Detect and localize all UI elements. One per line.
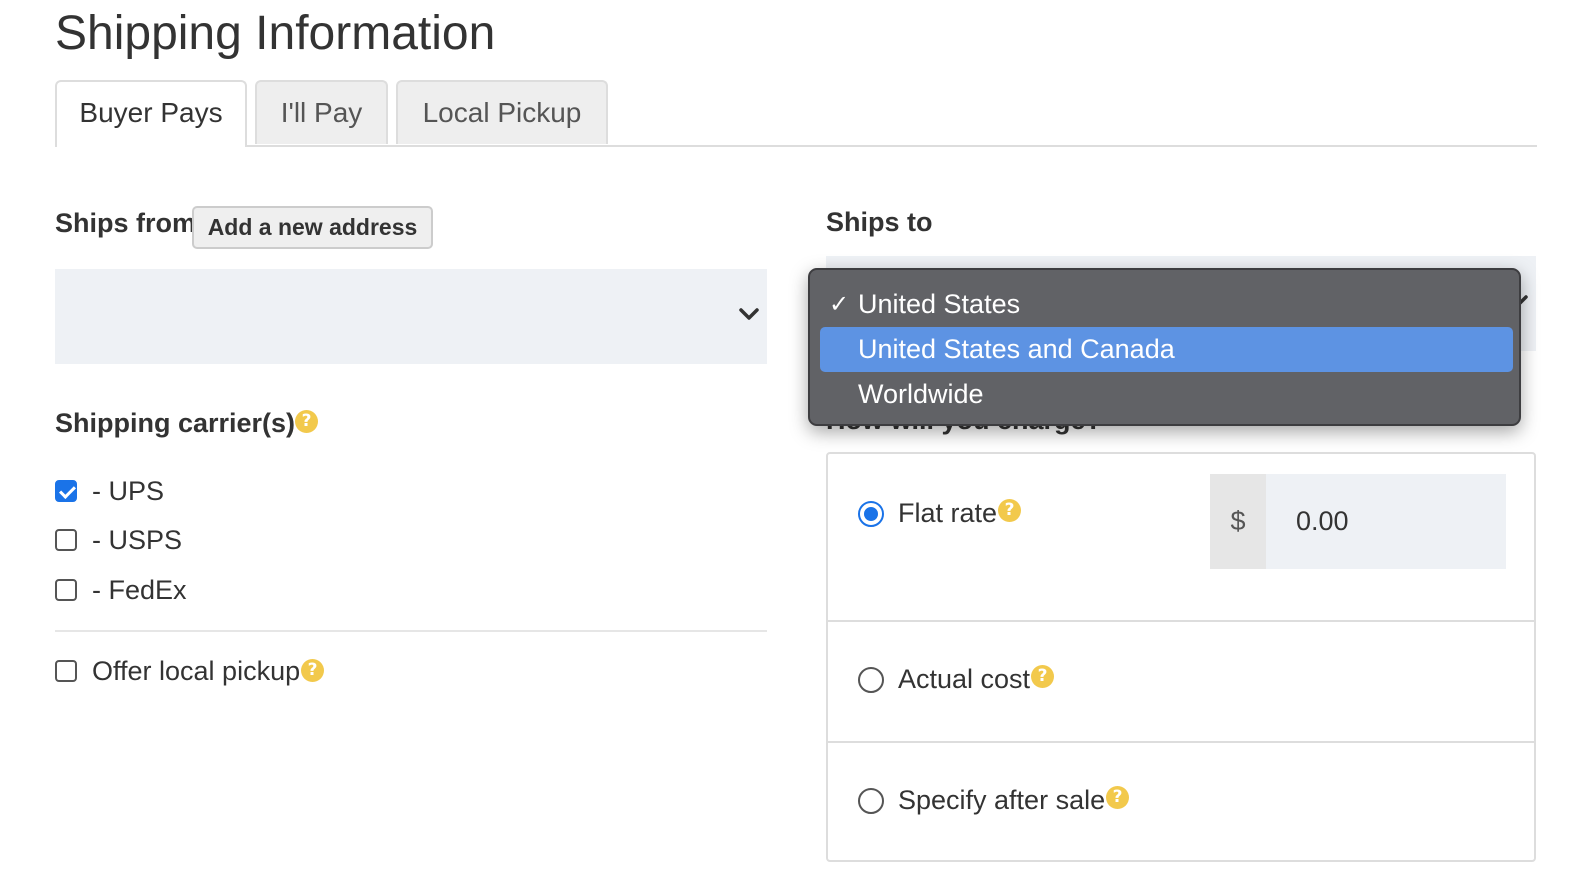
carrier-usps-checkbox[interactable] bbox=[55, 529, 77, 551]
dropdown-option-label: Worldwide bbox=[858, 379, 984, 409]
specify-after-sale-radio[interactable] bbox=[858, 787, 884, 814]
carrier-fedex-label: - FedEx bbox=[92, 574, 187, 605]
carrier-ups-label: - UPS bbox=[92, 475, 165, 506]
carrier-fedex-checkbox[interactable] bbox=[55, 579, 77, 601]
specify-after-sale-option[interactable]: Specify after sale? bbox=[858, 785, 1130, 816]
ships-from-select[interactable] bbox=[55, 269, 767, 364]
help-icon[interactable]: ? bbox=[998, 499, 1022, 522]
carrier-usps-label: - USPS bbox=[92, 524, 183, 555]
specify-after-sale-label: Specify after sale bbox=[898, 785, 1106, 815]
actual-cost-option[interactable]: Actual cost? bbox=[858, 664, 1055, 695]
ships-to-dropdown-menu: ✓ United States United States and Canada… bbox=[808, 268, 1521, 426]
help-icon[interactable]: ? bbox=[301, 658, 325, 682]
dropdown-option-label: United States and Canada bbox=[858, 334, 1175, 364]
tabs-divider bbox=[55, 145, 1537, 147]
carrier-ups-checkbox[interactable] bbox=[55, 480, 77, 502]
ships-from-label: Ships from bbox=[55, 208, 197, 238]
shipping-carriers-label-text: Shipping carrier(s) bbox=[55, 408, 296, 438]
checkmark-icon: ✓ bbox=[828, 290, 850, 318]
tab-buyer-pays[interactable]: Buyer Pays bbox=[55, 80, 247, 147]
local-pickup-checkbox[interactable] bbox=[55, 660, 77, 682]
flat-rate-label: Flat rate bbox=[898, 498, 998, 528]
help-icon[interactable]: ? bbox=[1106, 786, 1130, 809]
tab-ill-pay[interactable]: I'll Pay bbox=[255, 80, 388, 144]
ships-to-label: Ships to bbox=[826, 207, 933, 237]
local-pickup-option[interactable]: Offer local pickup? bbox=[55, 655, 325, 686]
shipping-information-page: Shipping Information Buyer Pays I'll Pay… bbox=[0, 0, 1584, 894]
dropdown-option-worldwide[interactable]: Worldwide bbox=[820, 372, 1513, 417]
flat-rate-price-group: $ bbox=[1210, 474, 1506, 569]
carrier-fedex-option[interactable]: - FedEx bbox=[55, 575, 187, 605]
charge-row-specify-after-sale: Specify after sale? bbox=[828, 741, 1534, 860]
chevron-down-icon bbox=[739, 308, 759, 320]
help-icon[interactable]: ? bbox=[295, 410, 319, 434]
flat-rate-option[interactable]: Flat rate? bbox=[858, 498, 1022, 529]
flat-rate-price-input[interactable] bbox=[1266, 474, 1506, 569]
currency-addon: $ bbox=[1210, 474, 1266, 569]
add-new-address-button[interactable]: Add a new address bbox=[192, 206, 433, 249]
help-icon[interactable]: ? bbox=[1031, 665, 1055, 688]
actual-cost-radio[interactable] bbox=[858, 666, 884, 693]
actual-cost-label: Actual cost bbox=[898, 664, 1031, 694]
tab-local-pickup[interactable]: Local Pickup bbox=[396, 80, 608, 144]
charge-method-panel: Flat rate? $ Actual cost? Specify after … bbox=[826, 452, 1536, 862]
charge-row-flat-rate: Flat rate? $ bbox=[828, 454, 1534, 620]
carrier-usps-option[interactable]: - USPS bbox=[55, 525, 182, 555]
flat-rate-radio[interactable] bbox=[858, 500, 884, 527]
dropdown-option-united-states-and-canada[interactable]: United States and Canada bbox=[820, 327, 1513, 372]
local-pickup-label: Offer local pickup bbox=[92, 655, 301, 686]
dropdown-option-label: United States bbox=[858, 289, 1021, 319]
carrier-ups-option[interactable]: - UPS bbox=[55, 476, 164, 506]
page-title: Shipping Information bbox=[55, 7, 496, 60]
dropdown-option-united-states[interactable]: ✓ United States bbox=[820, 282, 1513, 327]
section-divider bbox=[55, 630, 767, 632]
shipping-carriers-label: Shipping carrier(s)? bbox=[55, 408, 319, 439]
charge-row-actual-cost: Actual cost? bbox=[828, 620, 1534, 741]
